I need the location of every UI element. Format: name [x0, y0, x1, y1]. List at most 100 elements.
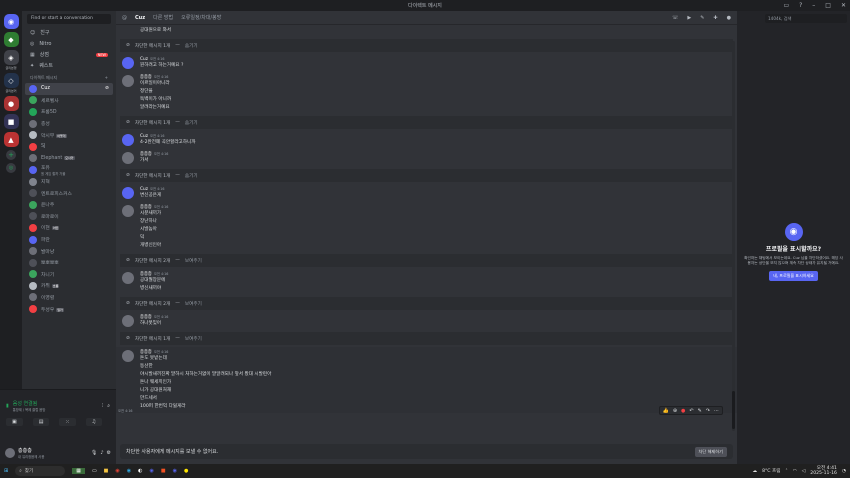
nav-nitro[interactable]: ◎ Nitro: [22, 38, 116, 49]
folder-icon[interactable]: ■: [104, 468, 109, 474]
dm-item[interactable]: 세르벨사: [22, 95, 116, 107]
home-button[interactable]: ◉: [3, 14, 19, 29]
gear-icon[interactable]: ⚙: [107, 450, 111, 456]
edge-icon[interactable]: ◉: [127, 468, 131, 474]
toggle-blocked-link[interactable]: 보여주기: [185, 258, 202, 264]
soundboard-button[interactable]: ♫: [85, 418, 103, 426]
dm-item[interactable]: 이영렬: [22, 292, 116, 304]
message-group[interactable]: 층층층 오전 4:16 하나못잊어: [116, 312, 737, 330]
wifi-icon[interactable]: ◠: [793, 469, 797, 474]
kakao-icon[interactable]: ●: [184, 468, 188, 474]
message-group[interactable]: 층층층 오전 4:16 가서: [116, 149, 737, 167]
dm-item[interactable]: 막시무 어떻게: [22, 129, 116, 141]
server-icon[interactable]: ◈: [3, 50, 19, 65]
avatar[interactable]: [122, 75, 134, 87]
avatar[interactable]: [122, 272, 134, 284]
reaction-icon[interactable]: ●: [681, 408, 685, 414]
discord-icon[interactable]: ◉: [173, 468, 177, 474]
avatar[interactable]: [122, 134, 134, 146]
dm-item[interactable]: 두성우 일카: [22, 303, 116, 315]
maximize-icon[interactable]: □: [825, 2, 831, 9]
screenshare-button[interactable]: ▤: [32, 418, 50, 426]
chrome-icon[interactable]: ◉: [115, 468, 119, 474]
header-item[interactable]: 다른 방법: [153, 14, 173, 21]
dm-item[interactable]: 엔트로피스커스: [22, 187, 116, 199]
toggle-blocked-link[interactable]: 숨기기: [185, 43, 198, 49]
avatar[interactable]: [122, 152, 134, 164]
toggle-blocked-link[interactable]: 보여주기: [185, 301, 202, 307]
dm-item[interactable]: Elephant 모사카: [22, 153, 116, 165]
taskview-icon[interactable]: ▭: [92, 468, 97, 474]
app-icon[interactable]: ◉: [150, 468, 154, 474]
message-list[interactable]: 공대원으로 와서 ⊘ 차단한 메시지 1개 — 숨기기 Cuz 오전 4:16 뭔하려고 하는…: [116, 25, 737, 441]
dm-item[interactable]: 윤나주: [22, 199, 116, 211]
minimize-icon[interactable]: –: [812, 2, 815, 9]
message-group[interactable]: Cuz 오전 4:16 4-2완전폐 곡안할라고하니까: [116, 131, 737, 149]
reply-icon[interactable]: ↶: [689, 408, 693, 414]
phone-icon[interactable]: ☏: [672, 15, 678, 21]
mic-icon[interactable]: 🎙: [91, 450, 97, 456]
nav-friends[interactable]: ☺ 친구: [22, 27, 116, 38]
add-server-icon[interactable]: +: [6, 150, 16, 160]
app-icon[interactable]: ◐: [138, 468, 142, 474]
headphones-icon[interactable]: ♪: [100, 450, 103, 456]
profile-icon[interactable]: ●: [727, 15, 731, 21]
reaction-icon[interactable]: ⊕: [673, 408, 677, 414]
close-dm-icon[interactable]: ⊘: [105, 86, 109, 91]
volume-icon[interactable]: ◁: [802, 469, 806, 474]
unblock-button[interactable]: 차단 해제하기: [694, 446, 727, 457]
camera-button[interactable]: ▣: [6, 418, 23, 426]
edit-icon[interactable]: ✎: [698, 408, 702, 414]
message-group[interactable]: 층층층 오전 4:16 이르일이아니라 정단을 독백이가 아니까 알려라는거예요: [116, 72, 737, 114]
show-profile-button[interactable]: 네, 프로필을 표시하세요: [769, 271, 818, 281]
header-item[interactable]: 오류일정/차대/봉방: [181, 14, 221, 21]
widget-icon[interactable]: ▦: [72, 468, 85, 474]
video-icon[interactable]: ▶: [687, 15, 691, 21]
explore-icon[interactable]: ◎: [6, 163, 16, 173]
more-icon[interactable]: ⋯: [714, 408, 719, 414]
server-icon[interactable]: ●: [3, 96, 19, 111]
scrollbar-thumb[interactable]: [732, 391, 735, 429]
dm-item[interactable]: 이현 어떤: [22, 222, 116, 234]
message-group[interactable]: 층층층 오전 4:16 공대월장문에 병신새끼야: [116, 269, 737, 295]
toggle-blocked-link[interactable]: 숨기기: [185, 120, 198, 126]
disconnect-icon[interactable]: ⌕: [107, 403, 110, 409]
chat-scrollbar[interactable]: [732, 41, 735, 431]
find-conversation-input[interactable]: Find or start a conversation: [27, 14, 111, 24]
server-icon[interactable]: ■: [3, 114, 19, 129]
dm-item[interactable]: 발마냥: [22, 245, 116, 257]
message-group[interactable]: Cuz 오전 4:16 뭔하려고 하는거예요 ?: [116, 54, 737, 72]
message-group[interactable]: 층층층 오전 4:16 돈도 못받는데 동산한 야시발새끼진짜 말하시 처하는거없이 말…: [116, 347, 737, 413]
server-icon[interactable]: ◆: [3, 32, 19, 47]
server-icon[interactable]: ▲: [3, 132, 19, 147]
taskbar-search[interactable]: ⌕ 찾기: [15, 466, 66, 476]
toggle-blocked-link[interactable]: 보여주기: [185, 336, 202, 342]
avatar[interactable]: [122, 187, 134, 199]
dm-item[interactable]: Cuz ⊘: [25, 83, 113, 95]
dm-item[interactable]: SJ: [22, 141, 116, 153]
dm-item[interactable]: 프롬5D: [22, 106, 116, 118]
dm-item[interactable]: 카뮈 흐름: [22, 280, 116, 292]
notification-icon[interactable]: ◔: [842, 469, 846, 474]
dm-item[interactable]: 지혁: [22, 176, 116, 188]
nav-quest[interactable]: ✦ 퀘스트: [22, 60, 116, 71]
add-friend-icon[interactable]: ✚: [713, 15, 717, 21]
avatar[interactable]: [5, 448, 15, 458]
help-icon[interactable]: ?: [799, 2, 802, 9]
dm-item[interactable]: 로마로이: [22, 211, 116, 223]
toggle-blocked-link[interactable]: 숨기기: [185, 173, 198, 179]
message-group[interactable]: Cuz 오전 4:16 변신공은게: [116, 184, 737, 202]
avatar[interactable]: [122, 57, 134, 69]
app-icon[interactable]: ■: [161, 468, 166, 474]
add-dm-icon[interactable]: +: [105, 75, 108, 81]
dm-item[interactable]: 포유 뭔 게임 할까 가볼: [22, 164, 116, 176]
activity-button[interactable]: ⁙: [59, 418, 76, 426]
search-input[interactable]: 1404k, 검색: [765, 14, 847, 23]
thumbs-up-icon[interactable]: 👍: [663, 408, 669, 414]
avatar[interactable]: [122, 350, 134, 362]
avatar[interactable]: [122, 315, 134, 327]
inbox-icon[interactable]: ▭: [783, 2, 789, 9]
start-icon[interactable]: ⊞: [4, 468, 8, 474]
dm-item[interactable]: 파란: [22, 234, 116, 246]
server-icon[interactable]: ◇: [3, 73, 19, 88]
